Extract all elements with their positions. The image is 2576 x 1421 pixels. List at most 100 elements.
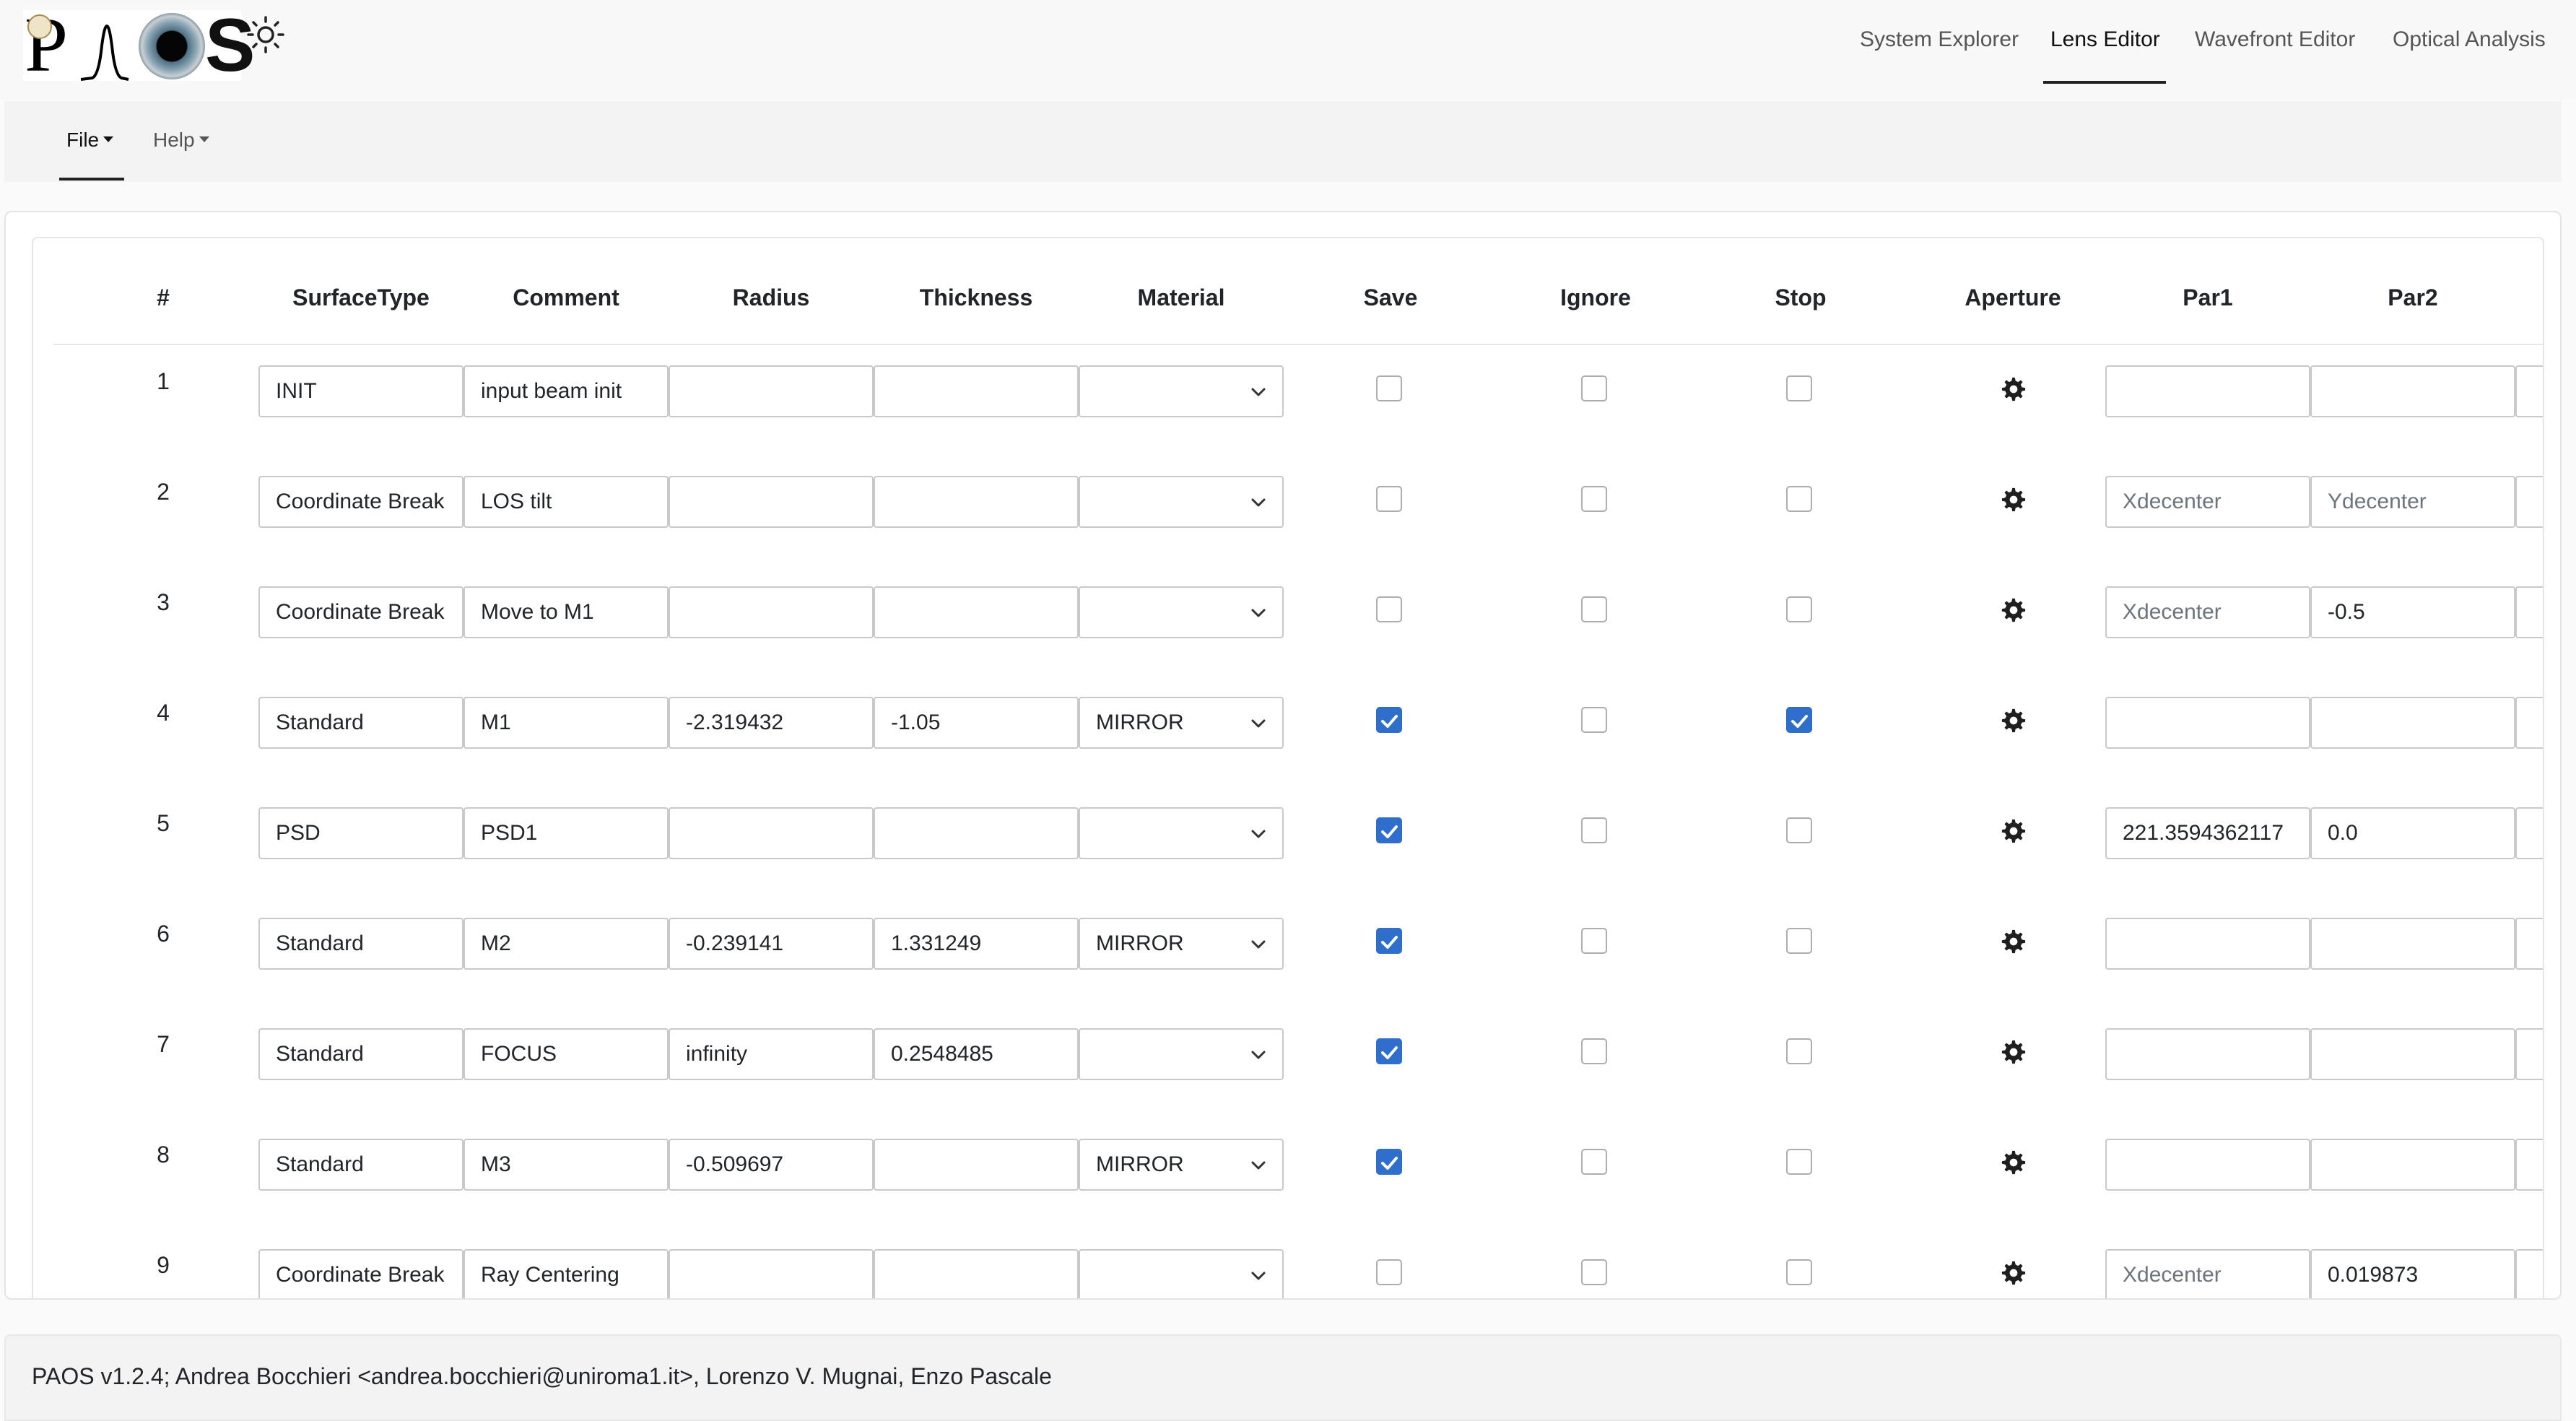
ignore-checkbox[interactable]	[1581, 1259, 1607, 1285]
stop-checkbox[interactable]	[1786, 707, 1812, 733]
gear-icon[interactable]	[2001, 377, 2026, 401]
par2-input[interactable]	[2310, 1028, 2515, 1080]
thickness-input[interactable]	[874, 476, 1079, 528]
stop-checkbox[interactable]	[1786, 1038, 1812, 1064]
thickness-input[interactable]: -1.05	[874, 697, 1079, 749]
ignore-checkbox[interactable]	[1581, 596, 1607, 622]
radius-input[interactable]	[669, 1249, 874, 1298]
comment-input[interactable]: input beam init	[464, 365, 669, 417]
comment-input[interactable]: Move to M1	[464, 586, 669, 638]
radius-input[interactable]	[669, 586, 874, 638]
gear-icon[interactable]	[2001, 1150, 2026, 1175]
help-menu[interactable]: Help	[153, 129, 209, 152]
stop-checkbox[interactable]	[1786, 1259, 1812, 1285]
par1-input[interactable]: Xdecenter	[2105, 1249, 2310, 1298]
surface-type-input[interactable]: Standard	[258, 918, 464, 970]
nav-optical-analysis[interactable]: Optical Analysis	[2393, 27, 2546, 52]
thickness-input[interactable]: 0.2548485	[874, 1028, 1079, 1080]
gear-icon[interactable]	[2001, 929, 2026, 954]
ignore-checkbox[interactable]	[1581, 928, 1607, 954]
stop-checkbox[interactable]	[1786, 817, 1812, 843]
gear-icon[interactable]	[2001, 819, 2026, 843]
stop-checkbox[interactable]	[1786, 486, 1812, 512]
material-select[interactable]	[1079, 365, 1284, 417]
material-select[interactable]: MIRROR	[1079, 918, 1284, 970]
save-checkbox[interactable]	[1376, 707, 1402, 733]
par1-input[interactable]: 221.3594362117	[2105, 807, 2310, 859]
par3-input[interactable]	[2515, 1139, 2543, 1191]
par3-input[interactable]	[2515, 476, 2543, 528]
comment-input[interactable]: M2	[464, 918, 669, 970]
surface-type-input[interactable]: Coordinate Break	[258, 586, 464, 638]
save-checkbox[interactable]	[1376, 1038, 1402, 1064]
save-checkbox[interactable]	[1376, 1259, 1402, 1285]
file-menu[interactable]: File	[66, 129, 114, 152]
par3-input[interactable]	[2515, 1028, 2543, 1080]
thickness-input[interactable]	[874, 586, 1079, 638]
par1-input[interactable]: Xdecenter	[2105, 476, 2310, 528]
par3-input[interactable]	[2515, 807, 2543, 859]
material-select[interactable]	[1079, 807, 1284, 859]
par3-input[interactable]	[2515, 918, 2543, 970]
material-select[interactable]	[1079, 586, 1284, 638]
material-select[interactable]	[1079, 1249, 1284, 1298]
ignore-checkbox[interactable]	[1581, 1038, 1607, 1064]
stop-checkbox[interactable]	[1786, 375, 1812, 401]
surface-type-input[interactable]: Standard	[258, 697, 464, 749]
save-checkbox[interactable]	[1376, 375, 1402, 401]
ignore-checkbox[interactable]	[1581, 817, 1607, 843]
par2-input[interactable]	[2310, 365, 2515, 417]
par2-input[interactable]: Ydecenter	[2310, 476, 2515, 528]
par2-input[interactable]: 0.0	[2310, 807, 2515, 859]
surface-type-input[interactable]: Standard	[258, 1139, 464, 1191]
radius-input[interactable]	[669, 365, 874, 417]
lens-table[interactable]: # SurfaceType Comment Radius Thickness M…	[32, 237, 2544, 1298]
thickness-input[interactable]	[874, 1249, 1079, 1298]
thickness-input[interactable]: 1.331249	[874, 918, 1079, 970]
ignore-checkbox[interactable]	[1581, 1149, 1607, 1175]
par1-input[interactable]	[2105, 1139, 2310, 1191]
thickness-input[interactable]	[874, 1139, 1079, 1191]
par2-input[interactable]	[2310, 1139, 2515, 1191]
surface-type-input[interactable]: INIT	[258, 365, 464, 417]
radius-input[interactable]: -0.509697	[669, 1139, 874, 1191]
par1-input[interactable]: Xdecenter	[2105, 586, 2310, 638]
save-checkbox[interactable]	[1376, 817, 1402, 843]
par3-input[interactable]	[2515, 365, 2543, 417]
ignore-checkbox[interactable]	[1581, 486, 1607, 512]
comment-input[interactable]: PSD1	[464, 807, 669, 859]
thickness-input[interactable]	[874, 365, 1079, 417]
stop-checkbox[interactable]	[1786, 1149, 1812, 1175]
radius-input[interactable]: infinity	[669, 1028, 874, 1080]
nav-wavefront-editor[interactable]: Wavefront Editor	[2195, 27, 2355, 52]
radius-input[interactable]	[669, 807, 874, 859]
material-select[interactable]	[1079, 1028, 1284, 1080]
comment-input[interactable]: FOCUS	[464, 1028, 669, 1080]
material-select[interactable]: MIRROR	[1079, 1139, 1284, 1191]
ignore-checkbox[interactable]	[1581, 375, 1607, 401]
par2-input[interactable]: 0.019873	[2310, 1249, 2515, 1298]
surface-type-input[interactable]: PSD	[258, 807, 464, 859]
nav-lens-editor[interactable]: Lens Editor	[2050, 27, 2160, 52]
surface-type-input[interactable]: Standard	[258, 1028, 464, 1080]
gear-icon[interactable]	[2001, 1261, 2026, 1285]
ignore-checkbox[interactable]	[1581, 707, 1607, 733]
comment-input[interactable]: LOS tilt	[464, 476, 669, 528]
save-checkbox[interactable]	[1376, 486, 1402, 512]
par1-input[interactable]	[2105, 1028, 2310, 1080]
comment-input[interactable]: M1	[464, 697, 669, 749]
material-select[interactable]	[1079, 476, 1284, 528]
par3-input[interactable]	[2515, 697, 2543, 749]
gear-icon[interactable]	[2001, 487, 2026, 512]
par1-input[interactable]	[2105, 365, 2310, 417]
save-checkbox[interactable]	[1376, 596, 1402, 622]
material-select[interactable]: MIRROR	[1079, 697, 1284, 749]
gear-icon[interactable]	[2001, 708, 2026, 733]
surface-type-input[interactable]: Coordinate Break	[258, 1249, 464, 1298]
par1-input[interactable]	[2105, 697, 2310, 749]
gear-icon[interactable]	[2001, 1040, 2026, 1064]
par3-input[interactable]	[2515, 1249, 2543, 1298]
nav-system-explorer[interactable]: System Explorer	[1860, 27, 2019, 52]
par2-input[interactable]	[2310, 918, 2515, 970]
gear-icon[interactable]	[2001, 598, 2026, 622]
